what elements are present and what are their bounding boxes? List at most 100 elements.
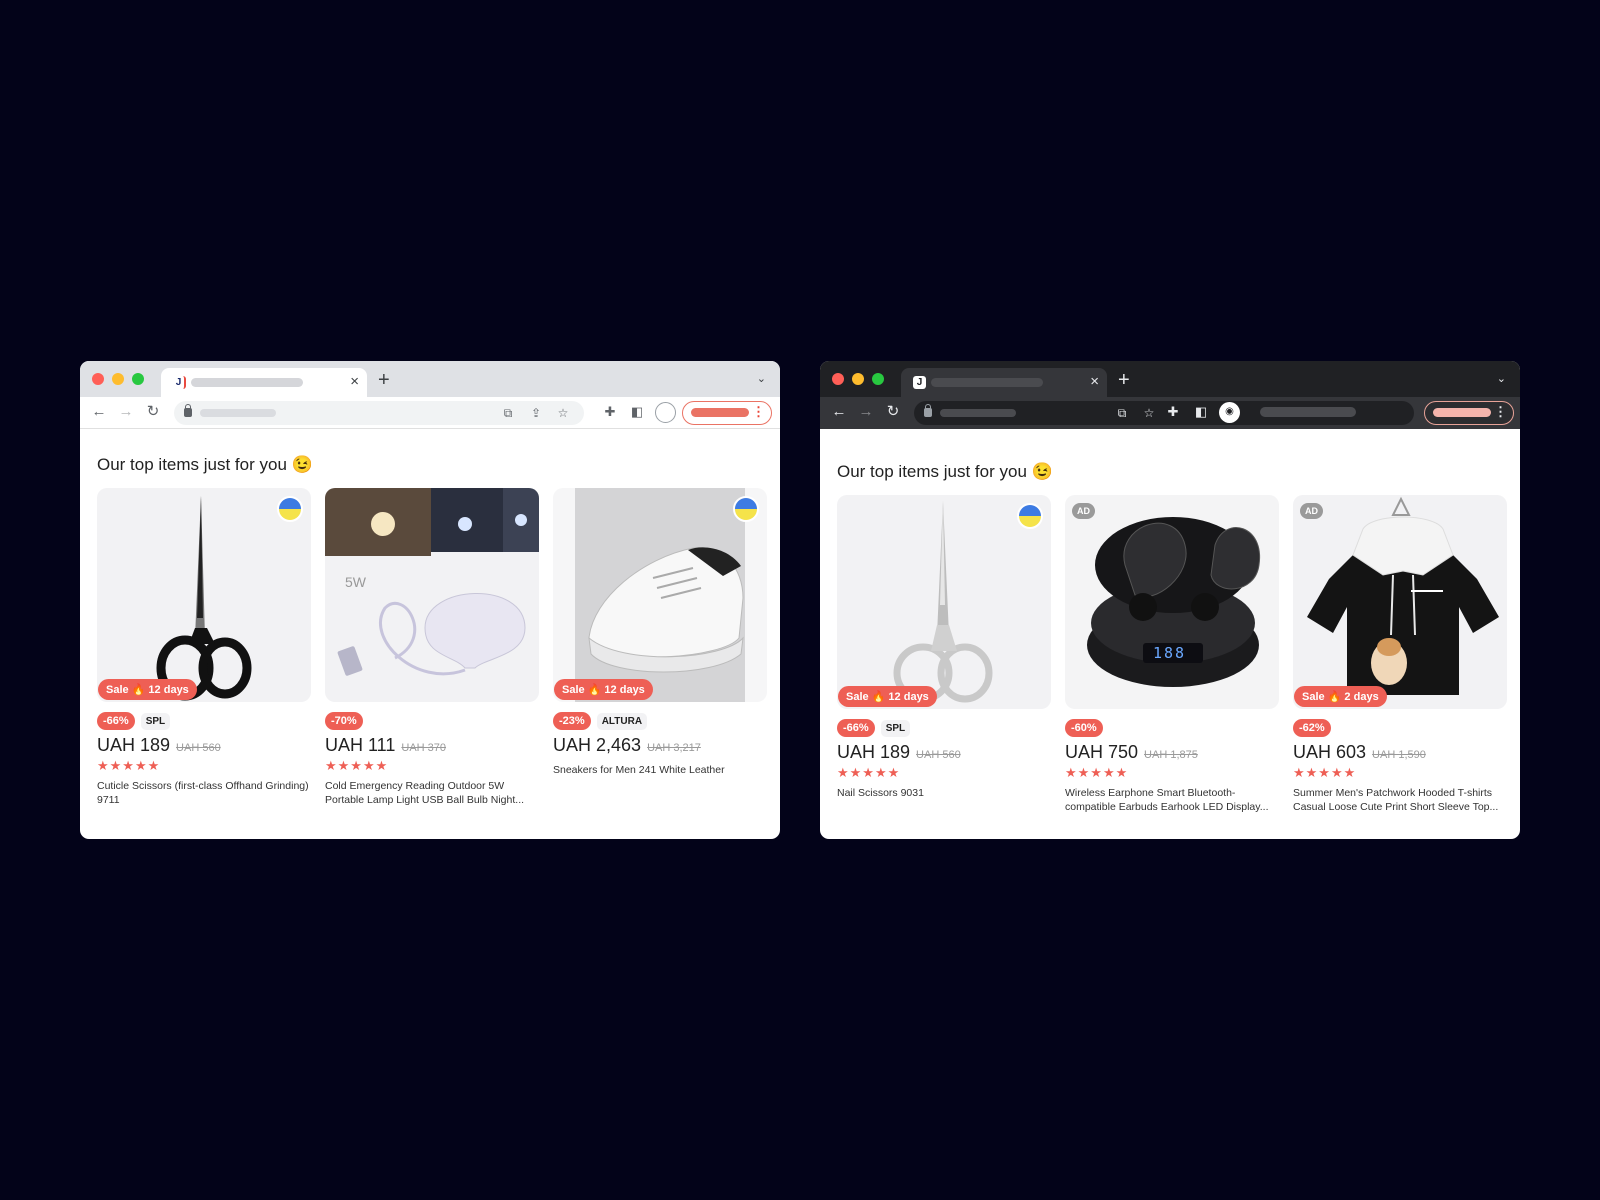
maximize-window-button[interactable] <box>872 373 884 385</box>
usb-bulb-illustration <box>325 488 539 676</box>
window-controls <box>832 373 884 385</box>
product-image-cuticle-scissors[interactable]: Sale 🔥 12 days <box>97 488 311 702</box>
active-tab[interactable]: J × <box>161 368 367 397</box>
side-panel-icon[interactable]: ◧ <box>628 403 646 421</box>
site-favicon-icon: J <box>913 376 926 389</box>
current-price: UAH 750 <box>1065 742 1139 762</box>
profile-search-redacted <box>1260 407 1356 417</box>
ukraine-flag-icon <box>1017 503 1043 529</box>
product-image-sneakers[interactable]: Sale 🔥 12 days <box>553 488 767 702</box>
sale-countdown-badge: Sale 🔥 12 days <box>98 679 197 700</box>
tab-search-chevron-icon[interactable]: ⌄ <box>1497 372 1506 385</box>
reload-icon[interactable]: ↻ <box>884 403 902 421</box>
product-image-hooded-tshirt[interactable]: AD Sale 🔥 2 days <box>1293 495 1507 709</box>
tab-strip: J × + ⌄ <box>80 361 780 397</box>
rating-stars: ★★★★★ <box>837 765 901 780</box>
back-arrow-icon[interactable]: ← <box>90 403 108 421</box>
product-card[interactable]: Sale 🔥 12 days -66% SPL UAH 189 UAH 560 … <box>97 488 311 807</box>
led-display-readout: 188 <box>1153 644 1187 662</box>
silver-scissors-illustration <box>893 501 993 703</box>
page-content: Our top items just for you 😉 Sale 🔥 12 d… <box>820 429 1520 814</box>
bookmark-star-icon[interactable]: ☆ <box>555 404 571 422</box>
old-price: UAH 3,217 <box>647 742 701 754</box>
menu-kebab-icon[interactable]: ⋮ <box>752 403 765 421</box>
extensions-puzzle-icon[interactable]: ✚ <box>1164 403 1182 421</box>
discount-badge: -62% <box>1293 719 1331 737</box>
current-price: UAH 2,463 <box>553 735 642 755</box>
product-card[interactable]: 188 AD -60% UAH 750 UAH 1,875 ★★★★★ Wire… <box>1065 495 1279 814</box>
product-image-nail-scissors[interactable]: Sale 🔥 12 days <box>837 495 1051 709</box>
profile-name-redacted <box>691 408 749 417</box>
address-bar[interactable]: ⧉ ⇪ ☆ <box>174 401 584 425</box>
product-name[interactable]: Wireless Earphone Smart Bluetooth-compat… <box>1065 786 1279 814</box>
ukraine-flag-icon <box>277 496 303 522</box>
product-card[interactable]: Sale 🔥 12 days -66% SPL UAH 189 UAH 560 … <box>837 495 1051 814</box>
sale-countdown-badge: Sale 🔥 12 days <box>838 686 937 707</box>
discount-badge: -23% <box>553 712 591 730</box>
product-name[interactable]: Cuticle Scissors (first-class Offhand Gr… <box>97 779 311 807</box>
profile-avatar-icon[interactable] <box>655 402 676 423</box>
toolbar: ← → ↻ ⧉ ☆ ✚ ◧ ◉ ⋮ <box>820 397 1520 429</box>
translate-icon[interactable]: ⧉ <box>500 404 516 422</box>
ukraine-flag-icon <box>733 496 759 522</box>
discount-badge: -66% <box>837 719 875 737</box>
extensions-puzzle-icon[interactable]: ✚ <box>601 403 619 421</box>
minimize-window-button[interactable] <box>112 373 124 385</box>
incognito-icon[interactable]: ◉ <box>1219 402 1240 423</box>
tab-strip: J × + ⌄ <box>820 361 1520 397</box>
browser-window-dark: J × + ⌄ ← → ↻ ⧉ ☆ ✚ ◧ ◉ ⋮ Our top items … <box>820 361 1520 839</box>
translate-icon[interactable]: ⧉ <box>1114 404 1130 422</box>
bookmark-star-icon[interactable]: ☆ <box>1141 404 1157 422</box>
sale-countdown-badge: Sale 🔥 2 days <box>1294 686 1387 707</box>
tab-close-icon[interactable]: × <box>350 373 359 391</box>
reload-icon[interactable]: ↻ <box>144 403 162 421</box>
share-icon[interactable]: ⇪ <box>528 404 544 422</box>
earbuds-case-illustration <box>1087 517 1261 687</box>
white-sneaker-illustration <box>575 488 745 702</box>
forward-arrow-icon[interactable]: → <box>857 403 875 421</box>
old-price: UAH 370 <box>401 742 447 754</box>
sale-countdown-badge: Sale 🔥 12 days <box>554 679 653 700</box>
new-tab-button[interactable]: + <box>1118 370 1130 390</box>
profile-chip[interactable]: ⋮ <box>1424 401 1514 425</box>
current-price: UAH 189 <box>837 742 911 762</box>
discount-badge: -70% <box>325 712 363 730</box>
ad-badge: AD <box>1072 503 1095 519</box>
discount-badge: -66% <box>97 712 135 730</box>
close-window-button[interactable] <box>92 373 104 385</box>
site-favicon-icon: J <box>173 376 186 389</box>
product-card[interactable]: 5W -70% UAH 111 UAH 370 ★★★★★ Cold Emerg… <box>325 488 539 807</box>
profile-chip[interactable]: ⋮ <box>682 401 772 425</box>
rating-stars: ★★★★★ <box>1065 765 1129 780</box>
rating-stars: ★★★★★ <box>97 758 161 773</box>
minimize-window-button[interactable] <box>852 373 864 385</box>
product-name[interactable]: Nail Scissors 9031 <box>837 786 1051 800</box>
tab-search-chevron-icon[interactable]: ⌄ <box>757 372 766 385</box>
profile-name-redacted <box>1433 408 1491 417</box>
forward-arrow-icon[interactable]: → <box>117 403 135 421</box>
tab-close-icon[interactable]: × <box>1090 373 1099 391</box>
product-name[interactable]: Sneakers for Men 241 White Leather <box>553 763 767 777</box>
product-grid: Sale 🔥 12 days -66% SPL UAH 189 UAH 560 … <box>837 495 1507 814</box>
browser-window-light: J × + ⌄ ← → ↻ ⧉ ⇪ ☆ ✚ ◧ ⋮ Our top items … <box>80 361 780 839</box>
product-name[interactable]: Summer Men's Patchwork Hooded T-shirts C… <box>1293 786 1507 814</box>
black-scissors-illustration <box>156 496 252 701</box>
product-card[interactable]: Sale 🔥 12 days -23% ALTURA UAH 2,463 UAH… <box>553 488 767 807</box>
page-content: Our top items just for you 😉 Sale 🔥 12 d… <box>80 429 780 807</box>
toolbar: ← → ↻ ⧉ ⇪ ☆ ✚ ◧ ⋮ <box>80 397 780 429</box>
hooded-tshirt-illustration <box>1307 496 1499 695</box>
brand-badge: SPL <box>880 719 911 737</box>
close-window-button[interactable] <box>832 373 844 385</box>
tab-title-redacted <box>191 378 303 387</box>
product-card[interactable]: AD Sale 🔥 2 days -62% UAH 603 UAH 1,590 … <box>1293 495 1507 814</box>
wattage-label: 5W <box>345 574 366 590</box>
maximize-window-button[interactable] <box>132 373 144 385</box>
product-image-earbuds[interactable]: 188 AD <box>1065 495 1279 709</box>
back-arrow-icon[interactable]: ← <box>830 403 848 421</box>
active-tab[interactable]: J × <box>901 368 1107 397</box>
new-tab-button[interactable]: + <box>378 370 390 390</box>
menu-kebab-icon[interactable]: ⋮ <box>1494 403 1507 421</box>
product-image-usb-bulb[interactable]: 5W <box>325 488 539 702</box>
side-panel-icon[interactable]: ◧ <box>1192 403 1210 421</box>
product-name[interactable]: Cold Emergency Reading Outdoor 5W Portab… <box>325 779 539 807</box>
